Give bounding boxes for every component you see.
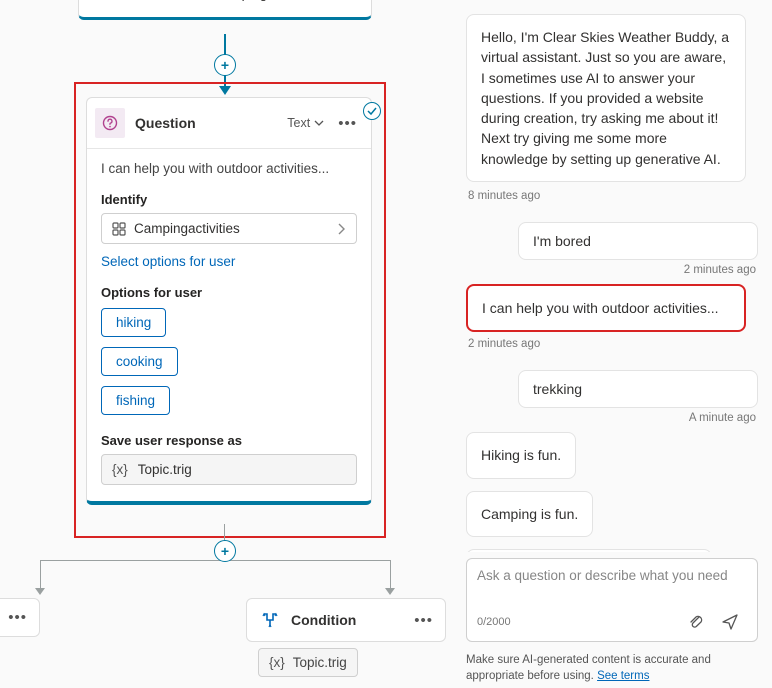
send-icon[interactable] xyxy=(713,609,747,635)
branch-line xyxy=(40,560,390,561)
timestamp: 2 minutes ago xyxy=(466,264,756,276)
add-node-button[interactable]: + xyxy=(214,540,236,562)
variable-icon: {x} xyxy=(112,462,128,477)
save-variable-label: Save user response as xyxy=(101,433,357,448)
user-message: trekking xyxy=(518,370,758,408)
timestamp: A minute ago xyxy=(466,412,756,424)
ai-disclaimer: Make sure AI-generated content is accura… xyxy=(466,652,758,684)
condition-variable-field[interactable]: {x} Topic.trig xyxy=(258,648,358,677)
chevron-right-icon xyxy=(337,223,346,235)
user-option-chip[interactable]: hiking xyxy=(101,308,166,337)
bot-message: To what state will you be shipping? xyxy=(466,549,712,552)
timestamp: 2 minutes ago xyxy=(468,338,540,350)
identify-label: Identify xyxy=(101,192,357,207)
variable-icon: {x} xyxy=(269,655,285,670)
add-node-button[interactable]: + xyxy=(214,54,236,76)
validation-check-icon xyxy=(363,102,381,120)
identify-entity-selector[interactable]: Campingactivities xyxy=(101,213,357,244)
condition-node-card[interactable]: tion ••• xyxy=(0,598,40,637)
bot-message: Hiking is fun. xyxy=(466,432,576,478)
question-icon xyxy=(95,108,125,138)
chat-transcript[interactable]: Hello, I'm Clear Skies Weather Buddy, a … xyxy=(466,8,758,552)
user-option-chip[interactable]: cooking xyxy=(101,347,178,376)
chat-compose-box[interactable]: Ask a question or describe what you need… xyxy=(466,558,758,642)
chat-input[interactable]: Ask a question or describe what you need xyxy=(477,567,747,605)
condition-more-menu[interactable]: ••• xyxy=(8,609,27,626)
connector-line xyxy=(40,560,41,590)
question-prompt-text[interactable]: I can help you with outdoor activities..… xyxy=(101,161,357,176)
entity-icon xyxy=(112,222,126,236)
branch-icon xyxy=(259,609,281,631)
select-options-link[interactable]: Select options for user xyxy=(101,254,357,269)
bot-message: Hello, I'm Clear Skies Weather Buddy, a … xyxy=(466,14,746,182)
trigger-phrases-card[interactable]: What activities can I do outdoors? What … xyxy=(78,0,372,20)
see-terms-link[interactable]: See terms xyxy=(597,670,649,682)
timestamp: 8 minutes ago xyxy=(468,190,540,202)
user-message: I'm bored xyxy=(518,222,758,260)
connector-line xyxy=(390,560,391,590)
identify-entity-value: Campingactivities xyxy=(134,221,329,236)
question-more-menu[interactable]: ••• xyxy=(334,115,361,132)
disclaimer-text: Make sure AI-generated content is accura… xyxy=(466,654,711,682)
save-variable-field[interactable]: {x} Topic.trig xyxy=(101,454,357,485)
authoring-canvas[interactable]: What activities can I do outdoors? What … xyxy=(0,0,452,688)
arrow-down-icon xyxy=(385,588,395,595)
options-label: Options for user xyxy=(101,285,357,300)
save-variable-name: Topic.trig xyxy=(138,462,192,477)
user-option-chip[interactable]: fishing xyxy=(101,386,170,415)
condition-more-menu[interactable]: ••• xyxy=(414,612,433,629)
question-card-header: Question Text ••• xyxy=(87,98,371,148)
attach-icon[interactable] xyxy=(679,609,713,635)
condition-title: Condition xyxy=(291,612,356,628)
question-card-title: Question xyxy=(135,115,277,131)
test-chat-panel: Hello, I'm Clear Skies Weather Buddy, a … xyxy=(452,0,772,688)
condition-node-card[interactable]: Condition ••• xyxy=(246,598,446,642)
arrow-down-icon xyxy=(35,588,45,595)
question-type-label: Text xyxy=(287,116,310,130)
variable-name: Topic.trig xyxy=(293,655,347,670)
chevron-down-icon xyxy=(314,118,324,128)
bot-message: Camping is fun. xyxy=(466,491,593,537)
bot-message-highlighted: I can help you with outdoor activities..… xyxy=(466,284,746,332)
trigger-phrase: What can I do when camping? xyxy=(93,0,357,3)
question-output-type-selector[interactable]: Text xyxy=(287,116,324,130)
char-count: 0/2000 xyxy=(477,616,679,628)
question-node-card[interactable]: Question Text ••• I can help you with ou… xyxy=(86,97,372,505)
